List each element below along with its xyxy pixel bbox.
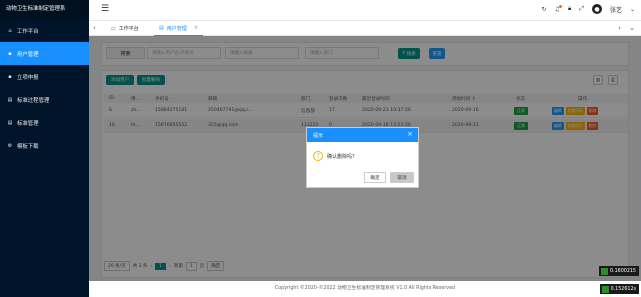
- dialog-title: 提示: [313, 132, 324, 139]
- question-icon: ?: [313, 151, 323, 161]
- timing-icon: [601, 267, 609, 275]
- timing-value: 0.152612s: [610, 286, 636, 292]
- doc-icon: ▪: [8, 73, 12, 80]
- close-icon[interactable]: ×: [407, 130, 413, 138]
- page-icon: ▤: [159, 25, 164, 31]
- top-header: ☰ ↻ ♫ 🔒︎ ⤢ ● 张艺 ⌄: [89, 0, 641, 21]
- sidebar-item-3[interactable]: ▤ 标准过程管理: [0, 88, 89, 111]
- hamburger-menu-icon[interactable]: ☰: [101, 5, 109, 14]
- sidebar: 动物卫生标准制定管理系 ⌂ 工作平台 ▪ 用户管理 ▪ 立项申报 ▤ 标准过程管理 ▤ 标准管理 ⚙…: [0, 0, 89, 297]
- footer: Copyright ©2020-©2022 动物卫生标准制定管理系统 V1.0 …: [89, 281, 641, 297]
- dialog-body: ? 确认删除吗？: [313, 151, 357, 161]
- dialog-header: 提示 ×: [307, 128, 418, 142]
- file-icon: ▤: [7, 119, 13, 126]
- tab-scroll-left-icon[interactable]: ‹: [93, 24, 96, 32]
- cancel-button[interactable]: 取消: [390, 172, 414, 183]
- confirm-button[interactable]: 确定: [364, 172, 386, 183]
- refresh-icon[interactable]: ↻: [542, 6, 547, 13]
- sidebar-item-0[interactable]: ⌂ 工作平台: [0, 19, 89, 42]
- tab-scroll-right-icon[interactable]: ›: [618, 24, 621, 32]
- sidebar-menu: ⌂ 工作平台 ▪ 用户管理 ▪ 立项申报 ▤ 标准过程管理 ▤ 标准管理 ⚙ 模板下载: [0, 19, 89, 157]
- dialog-message: 确认删除吗？: [327, 153, 358, 160]
- sidebar-item-label: 立项申报: [17, 74, 39, 81]
- bell-icon[interactable]: ♫: [555, 4, 562, 13]
- tab-workbench[interactable]: ▭ 工作平台: [106, 21, 144, 36]
- sidebar-item-label: 用户管理: [17, 51, 39, 58]
- app-brand: 动物卫生标准制定管理系: [0, 0, 89, 19]
- lock-icon[interactable]: 🔒︎: [568, 5, 571, 13]
- timing-value: 0.1600215: [610, 268, 636, 274]
- username[interactable]: 张艺: [610, 5, 622, 14]
- tab-dropdown-icon[interactable]: ⌄: [629, 24, 635, 32]
- sidebar-item-label: 模板下载: [17, 143, 39, 150]
- tab-user-management[interactable]: ▤ 用户管理 ×: [154, 21, 203, 36]
- sidebar-item-label: 标准管理: [17, 120, 39, 127]
- timing-badge: 0.152612s: [599, 284, 639, 294]
- home-icon: ⌂: [8, 27, 12, 34]
- sidebar-item-4[interactable]: ▤ 标准管理: [0, 111, 89, 134]
- tab-label: 用户管理: [166, 25, 187, 32]
- chevron-down-icon[interactable]: ⌄: [630, 6, 635, 13]
- tab-label: 工作平台: [118, 26, 139, 32]
- user-icon: ▪: [8, 50, 12, 57]
- header-icons: ↻ ♫ 🔒︎ ⤢ ● 张艺 ⌄: [542, 4, 635, 14]
- confirm-dialog: 提示 × ? 确认删除吗？ 确定 取消: [306, 127, 419, 188]
- list-icon: ▤: [7, 96, 13, 103]
- timing-icon: [601, 285, 609, 293]
- timing-badge: 0.1600215: [599, 266, 639, 276]
- avatar[interactable]: ●: [591, 4, 602, 14]
- sidebar-item-2[interactable]: ▪ 立项申报: [0, 65, 89, 88]
- tab-bar: ‹ ▭ 工作平台 ▤ 用户管理 × › ⌄: [89, 21, 641, 36]
- gear-icon: ⚙: [7, 142, 13, 149]
- monitor-icon: ▭: [111, 25, 116, 32]
- sidebar-item-5[interactable]: ⚙ 模板下载: [0, 134, 89, 157]
- sidebar-item-label: 工作平台: [17, 28, 39, 35]
- sidebar-item-label: 标准过程管理: [17, 97, 50, 104]
- fullscreen-icon[interactable]: ⤢: [579, 5, 584, 13]
- tab-close-icon[interactable]: ×: [194, 25, 198, 31]
- notification-dot: [558, 4, 562, 8]
- sidebar-item-1[interactable]: ▪ 用户管理: [0, 42, 89, 65]
